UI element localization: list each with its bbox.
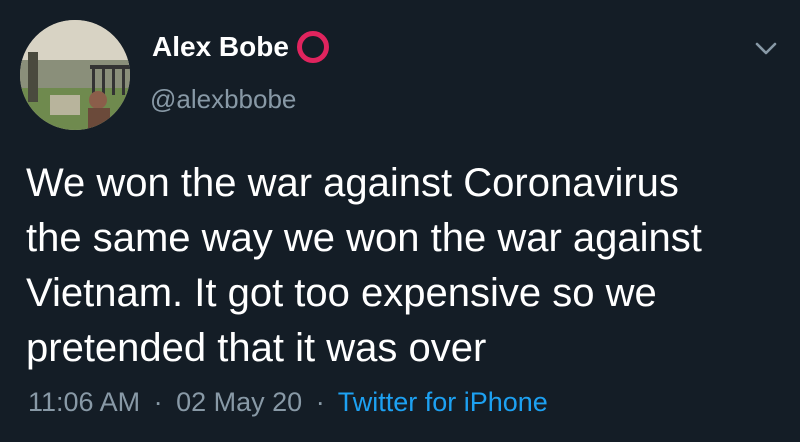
tweet-date[interactable]: 02 May 20 (176, 387, 302, 417)
display-name[interactable]: Alex Bobe (152, 31, 329, 63)
chevron-down-icon[interactable] (752, 34, 780, 62)
tweet-time[interactable]: 11:06 AM (28, 387, 140, 417)
separator: · (153, 387, 163, 417)
tweet-text: We won the war against Coronavirus the s… (26, 161, 702, 370)
tweet-card: Alex Bobe @alexbbobe We won the war agai… (0, 0, 800, 442)
status-badge-icon (296, 31, 329, 63)
display-name-text: Alex Bobe (152, 31, 289, 62)
tweet-metadata: 11:06 AM · 02 May 20 · Twitter for iPhon… (28, 387, 548, 418)
avatar[interactable] (20, 20, 130, 130)
tweet-source-link[interactable]: Twitter for iPhone (338, 387, 548, 417)
profile-photo-icon (20, 20, 130, 130)
user-handle[interactable]: @alexbbobe (150, 84, 296, 115)
separator: · (315, 387, 325, 417)
